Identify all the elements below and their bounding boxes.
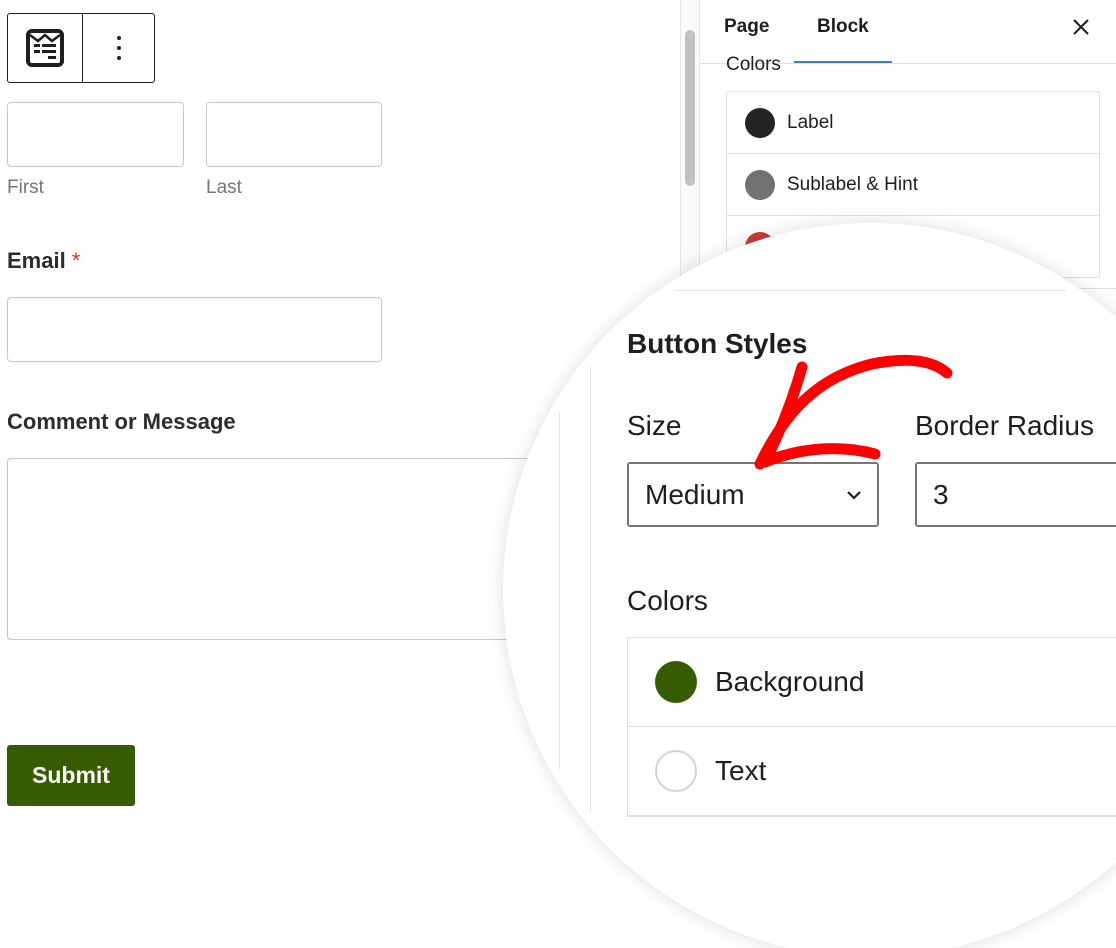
close-icon[interactable] bbox=[1070, 16, 1092, 38]
red-arrow-annotation bbox=[754, 354, 953, 470]
color-swatch bbox=[745, 169, 775, 200]
first-name-input[interactable] bbox=[7, 102, 184, 167]
more-options-vertical-icon bbox=[116, 36, 121, 60]
email-input[interactable] bbox=[7, 297, 382, 362]
sidebar-tabs: Page Block bbox=[700, 0, 1116, 64]
comment-label: Comment or Message bbox=[7, 409, 236, 434]
form-icon bbox=[26, 29, 64, 67]
color-option-sublabel-hint[interactable]: Sublabel & Hint bbox=[727, 154, 1099, 216]
block-toolbar bbox=[7, 13, 155, 83]
magnified-callout: Button Styles Size Medium Border Radius … bbox=[512, 232, 1116, 948]
color-swatch bbox=[745, 107, 775, 138]
last-name-input[interactable] bbox=[206, 102, 382, 167]
color-option-label[interactable]: Label bbox=[727, 92, 1099, 154]
tab-block[interactable]: Block bbox=[817, 16, 869, 38]
first-sublabel: First bbox=[7, 177, 44, 198]
field-colors-heading: Colors bbox=[726, 56, 781, 74]
more-options-button[interactable] bbox=[83, 14, 154, 82]
last-sublabel: Last bbox=[206, 177, 242, 198]
color-option-name: Label bbox=[787, 111, 834, 133]
form-block-button[interactable] bbox=[8, 14, 83, 82]
tab-page[interactable]: Page bbox=[724, 16, 769, 38]
active-tab-indicator bbox=[794, 61, 892, 63]
editor-scrollbar-thumb[interactable] bbox=[685, 30, 695, 186]
email-label: Email * bbox=[7, 248, 80, 274]
comment-textarea[interactable] bbox=[7, 458, 567, 640]
submit-button[interactable]: Submit bbox=[7, 745, 135, 806]
email-label-text: Email bbox=[7, 248, 66, 273]
color-option-name: Sublabel & Hint bbox=[787, 173, 918, 195]
required-marker: * bbox=[71, 248, 81, 273]
